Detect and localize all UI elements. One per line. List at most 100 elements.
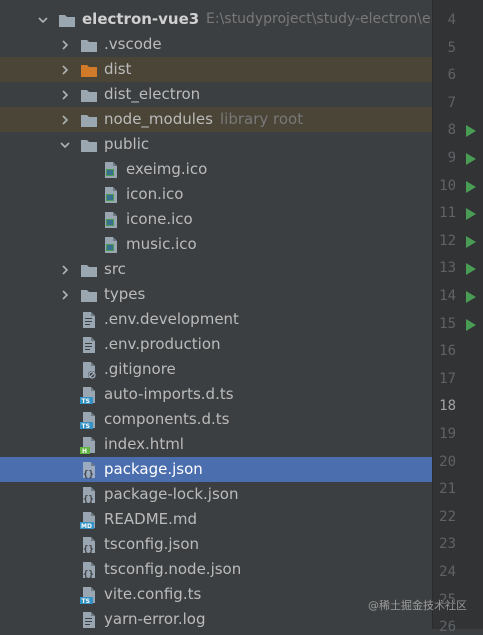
tree-item-label: package.json: [104, 460, 203, 478]
run-gutter-icon[interactable]: [466, 208, 476, 221]
typescript-file-icon: TS: [80, 586, 98, 604]
line-number: 26: [439, 619, 456, 635]
tree-item-label: icon.ico: [126, 185, 184, 203]
tree-item-label: src: [104, 260, 126, 278]
chevron-right-icon[interactable]: [58, 263, 72, 277]
tree-item-dist-electron[interactable]: dist_electron: [0, 82, 432, 107]
excluded-folder-icon: [80, 61, 98, 79]
line-number: 25: [439, 591, 456, 608]
tree-item-label: tsconfig.json: [104, 535, 200, 553]
line-number: 11: [439, 205, 456, 222]
folder-icon: [80, 286, 98, 304]
tree-item-label: node_modules: [104, 110, 213, 128]
text-file-icon: [80, 336, 98, 354]
line-number: 13: [439, 260, 456, 277]
svg-text:MD: MD: [81, 523, 92, 529]
tree-item-label: README.md: [104, 510, 198, 528]
svg-text:H: H: [82, 448, 87, 454]
svg-text:TS: TS: [82, 598, 90, 604]
json-file-icon: {}: [80, 561, 98, 579]
svg-text:{}: {}: [83, 470, 94, 479]
folder-icon: [80, 111, 98, 129]
line-number: 19: [439, 426, 456, 442]
line-number: 9: [447, 150, 456, 166]
tree-item-package-json[interactable]: {} package.json: [0, 457, 432, 482]
tree-item-label: music.ico: [126, 235, 197, 253]
text-file-icon: [80, 311, 98, 329]
tree-item-dist[interactable]: dist: [0, 57, 432, 82]
line-number: 5: [447, 39, 456, 56]
tree-item-electron-vue3[interactable]: electron-vue3 E:\studyproject\study-elect…: [0, 7, 432, 32]
tree-item-public[interactable]: public: [0, 132, 432, 157]
svg-text:TS: TS: [82, 423, 90, 429]
tree-item-music-ico[interactable]: music.ico: [0, 232, 432, 257]
json-file-icon: {}: [80, 461, 98, 479]
tree-item-label: .vscode: [104, 35, 162, 53]
tree-item-icon-ico[interactable]: icon.ico: [0, 182, 432, 207]
json-file-icon: {}: [80, 486, 98, 504]
run-gutter-icon[interactable]: [466, 153, 476, 165]
tree-item-exeimg-ico[interactable]: exeimg.ico: [0, 157, 432, 182]
tree-item-label: electron-vue3: [82, 10, 200, 28]
svg-text:TS: TS: [82, 398, 90, 404]
folder-icon: [80, 36, 98, 54]
line-number: 10: [439, 177, 456, 194]
chevron-right-icon[interactable]: [58, 88, 72, 102]
run-gutter-icon[interactable]: [466, 235, 476, 248]
tree-item-icone-ico[interactable]: icone.ico: [0, 207, 432, 232]
tree-item-types[interactable]: types: [0, 282, 432, 307]
html-file-icon: H: [80, 436, 98, 454]
folder-icon: [58, 11, 76, 29]
line-number: 6: [447, 67, 456, 84]
line-number: 24: [439, 564, 456, 580]
line-number: 14: [439, 288, 456, 304]
tree-item-label: icone.ico: [126, 210, 193, 228]
tree-item-auto-imports-d-ts[interactable]: TS auto-imports.d.ts: [0, 382, 432, 407]
tree-item-label: tsconfig.node.json: [104, 560, 242, 578]
text-file-icon: [80, 611, 98, 629]
tree-item-env-production[interactable]: .env.production: [0, 332, 432, 357]
svg-text:{}: {}: [83, 495, 94, 504]
tree-item-vscode[interactable]: .vscode: [0, 32, 432, 57]
tree-item-gitignore[interactable]: .gitignore: [0, 357, 432, 382]
tree-item-package-lock-json[interactable]: {} package-lock.json: [0, 482, 432, 507]
line-number: 20: [439, 453, 456, 470]
run-gutter-icon[interactable]: [466, 125, 476, 138]
run-gutter-icon[interactable]: [466, 263, 476, 276]
image-file-icon: [102, 211, 120, 229]
chevron-right-icon[interactable]: [58, 38, 72, 52]
tree-item-label: .env.development: [104, 310, 239, 328]
run-gutter-icon[interactable]: [466, 291, 476, 303]
tree-item-label: yarn-error.log: [104, 610, 206, 628]
tree-item-label: vite.config.ts: [104, 585, 202, 603]
tree-item-label: package-lock.json: [104, 485, 239, 503]
svg-text:{}: {}: [83, 570, 94, 579]
run-gutter-icon[interactable]: [466, 180, 476, 193]
line-number: 12: [439, 232, 456, 249]
chevron-right-icon[interactable]: [58, 288, 72, 302]
image-file-icon: [102, 186, 120, 204]
line-number: 15: [439, 315, 456, 332]
chevron-right-icon[interactable]: [58, 113, 72, 127]
image-file-icon: [102, 236, 120, 254]
tree-item-tsconfig-node-json[interactable]: {} tsconfig.node.json: [0, 557, 432, 582]
run-gutter-icon[interactable]: [466, 318, 476, 331]
tree-item-components-d-ts[interactable]: TS components.d.ts: [0, 407, 432, 432]
chevron-down-icon[interactable]: [58, 138, 72, 152]
line-number: 23: [439, 536, 456, 553]
line-number: 21: [439, 481, 456, 498]
tree-item-readme-md[interactable]: MD README.md: [0, 507, 432, 532]
tree-item-index-html[interactable]: Hindex.html: [0, 432, 432, 457]
svg-text:{}: {}: [83, 545, 94, 554]
tree-item-env-development[interactable]: .env.development: [0, 307, 432, 332]
chevron-down-icon[interactable]: [36, 13, 50, 27]
image-file-icon: [102, 161, 120, 179]
line-number: 16: [439, 343, 456, 360]
tree-item-src[interactable]: src: [0, 257, 432, 282]
json-file-icon: {}: [80, 536, 98, 554]
tree-item-label: .gitignore: [104, 360, 176, 378]
chevron-right-icon[interactable]: [58, 63, 72, 77]
tree-item-label: exeimg.ico: [126, 160, 208, 178]
tree-item-tsconfig-json[interactable]: {} tsconfig.json: [0, 532, 432, 557]
tree-item-node-modules[interactable]: node_modules library root: [0, 107, 432, 132]
